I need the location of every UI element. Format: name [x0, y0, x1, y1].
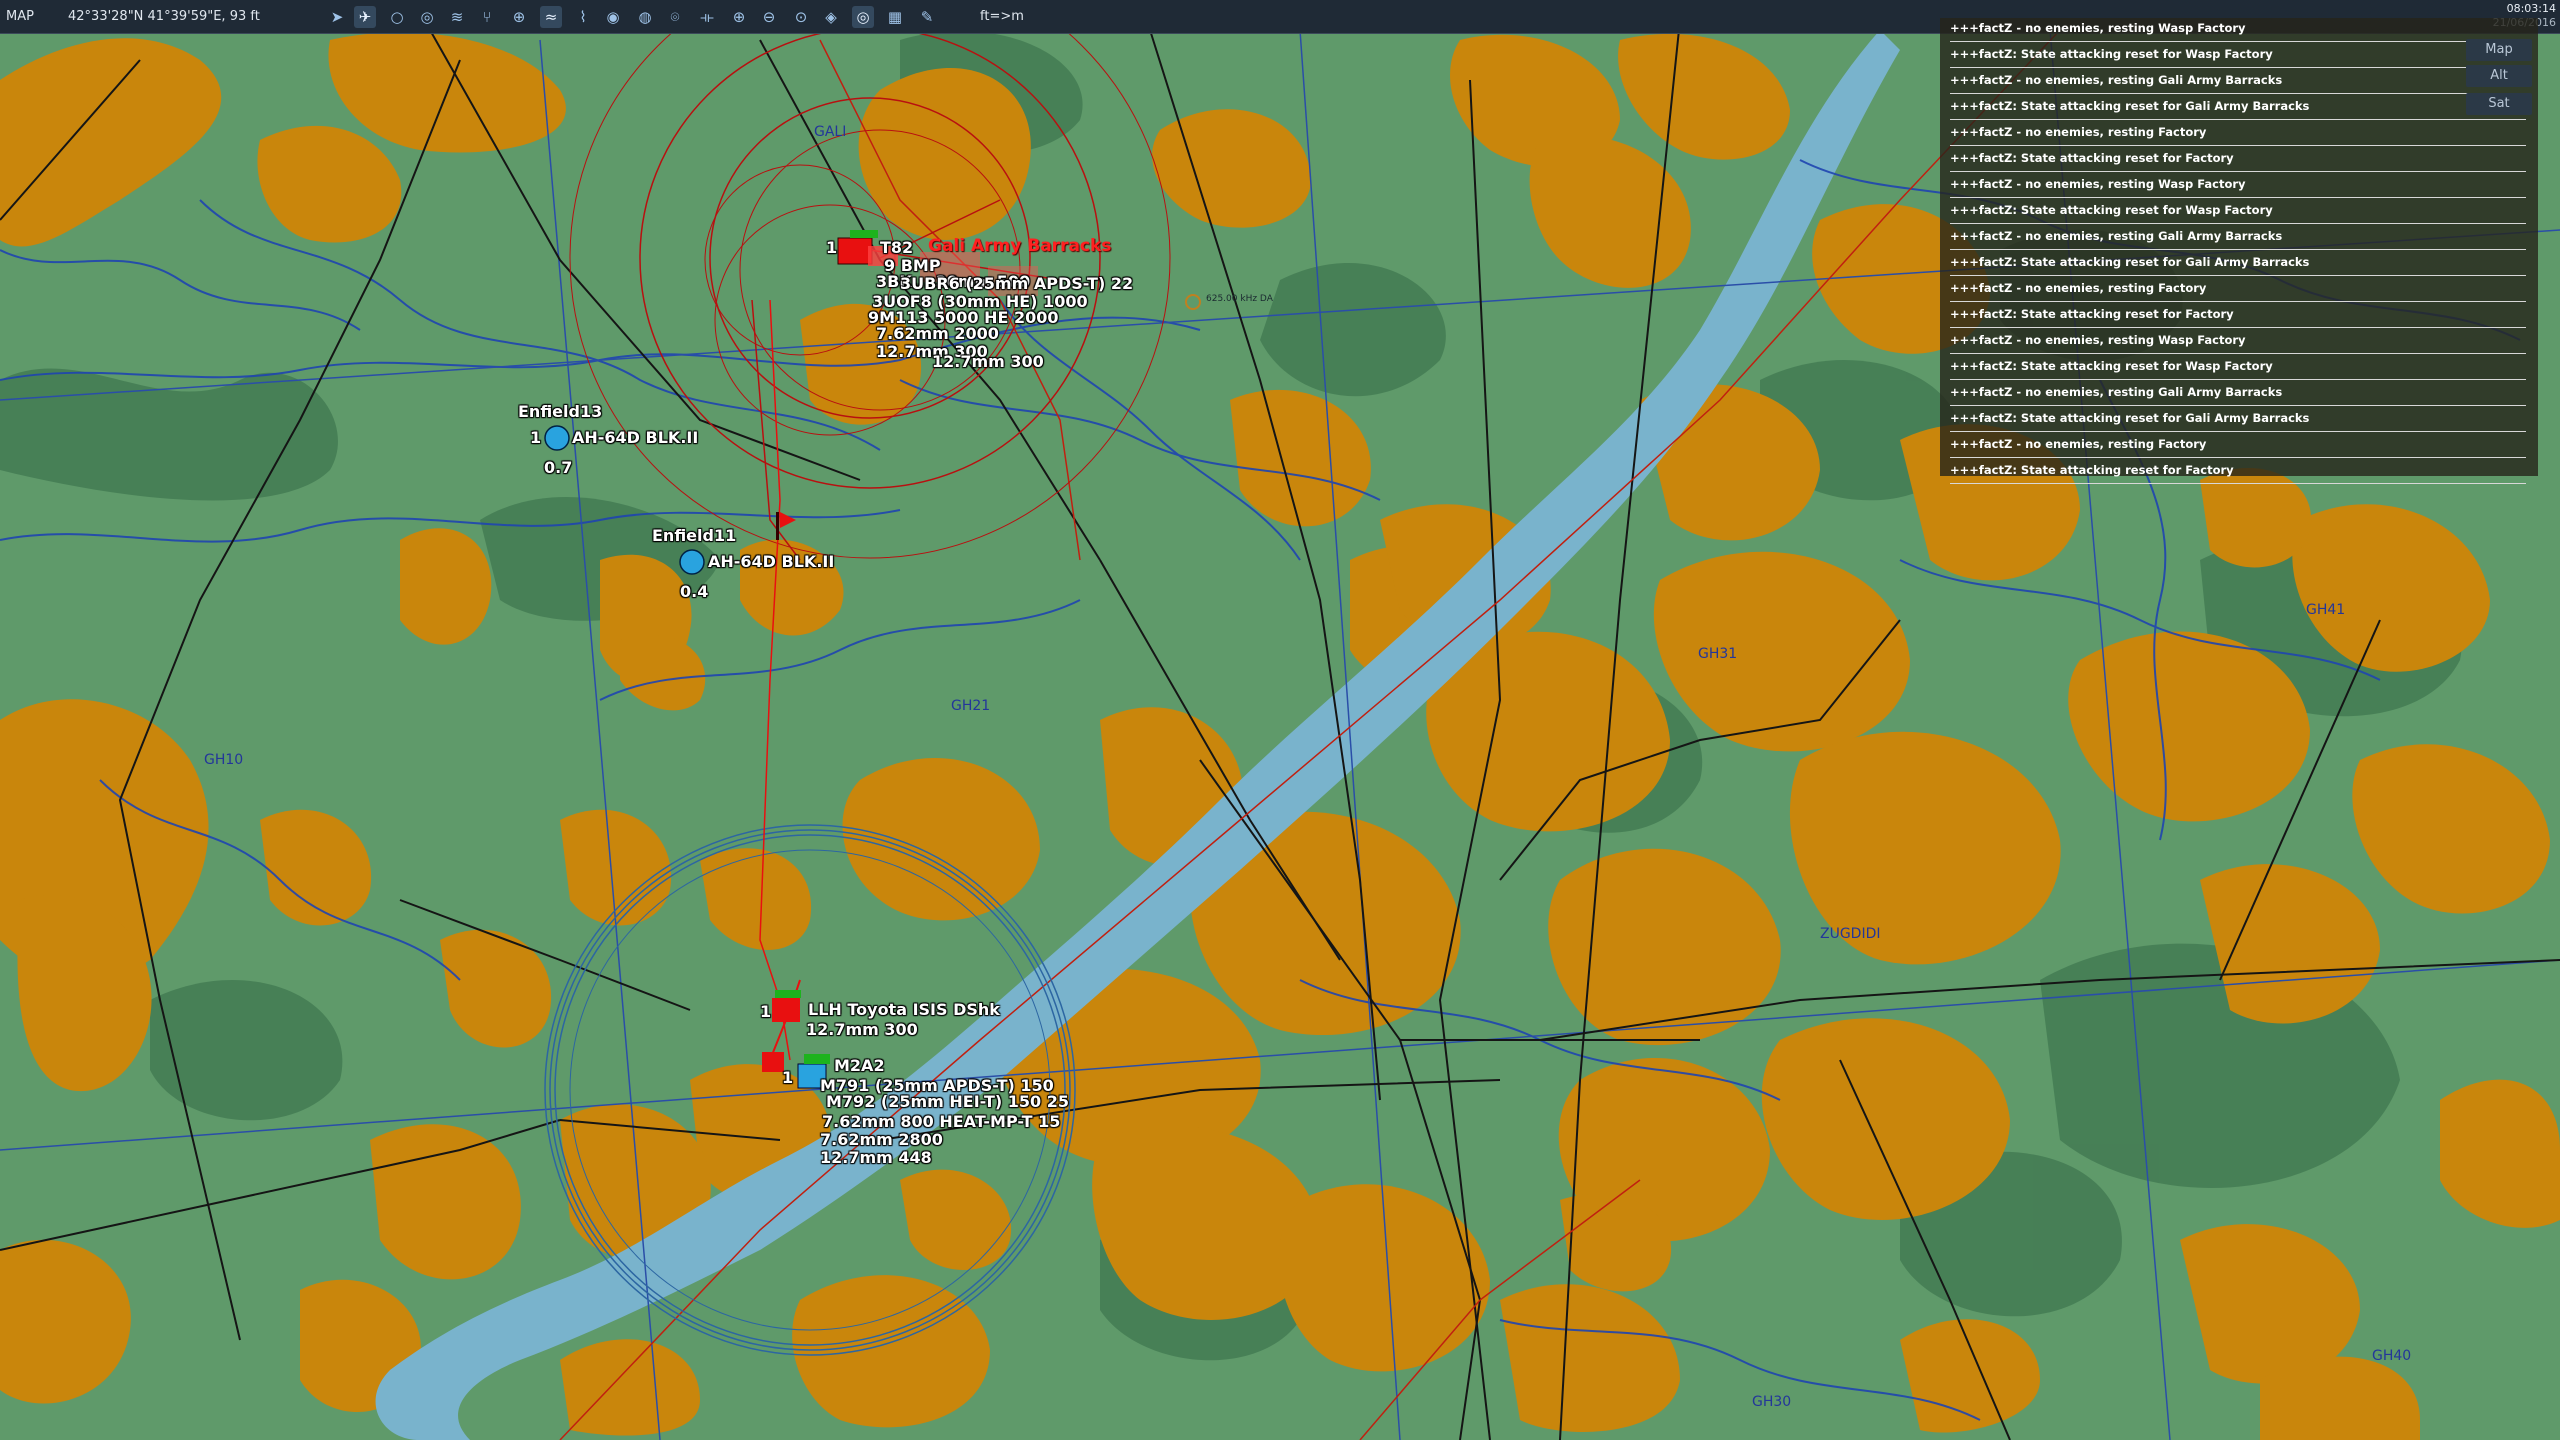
place-gh41: GH41 — [2306, 602, 2346, 618]
zoom-in-icon[interactable]: ⊕ — [728, 6, 750, 28]
log-line: +++factZ - no enemies, resting Wasp Fact… — [1950, 174, 2526, 198]
log-line: +++factZ: State attacking reset for Gali… — [1950, 96, 2526, 120]
unit-toggle[interactable]: ft=>m — [980, 9, 1024, 24]
unit-count: 1 — [782, 1068, 794, 1087]
log-line: +++factZ: State attacking reset for Fact… — [1950, 460, 2526, 484]
unit-ammo: 12.7mm 300 — [806, 1020, 918, 1039]
branch-icon[interactable]: ⑂ — [476, 6, 498, 28]
log-line: +++factZ - no enemies, resting Wasp Fact… — [1950, 18, 2526, 42]
unit-loadout-line: 3UBR6 (25mm APDS-T) 22 — [900, 274, 1134, 293]
radio-icon[interactable]: ≈ — [540, 6, 562, 28]
place-gh31: GH31 — [1698, 646, 1738, 662]
place-gh40: GH40 — [2372, 1348, 2412, 1364]
unit-loadout-line: 7.62mm 2000 — [876, 324, 999, 343]
unit-type[interactable]: M2A2 — [834, 1056, 885, 1075]
ship-icon[interactable]: ≋ — [446, 6, 468, 28]
log-line: +++factZ: State attacking reset for Gali… — [1950, 408, 2526, 432]
unit-type[interactable]: AH-64D BLK.II — [572, 428, 698, 447]
mode-label: MAP — [6, 9, 34, 24]
unit-count: 1 — [826, 238, 838, 257]
log-line: +++factZ - no enemies, resting Gali Army… — [1950, 70, 2526, 94]
log-line: +++factZ: State attacking reset for Fact… — [1950, 148, 2526, 172]
ndb-label: 625.00 kHz DA — [1206, 294, 1273, 304]
unit-loadout-line: M792 (25mm HEI-T) 150 25 — [826, 1092, 1069, 1111]
layers-icon[interactable]: ◈ — [820, 6, 842, 28]
circle-tool-icon[interactable]: ○ — [386, 6, 408, 28]
alt-view-button[interactable]: Alt — [2466, 65, 2532, 87]
log-line: +++factZ - no enemies, resting Gali Army… — [1950, 226, 2526, 250]
place-gh30: GH30 — [1752, 1394, 1792, 1410]
unit-loadout-line: 7.62mm 2800 — [820, 1130, 943, 1149]
unit-fuel: 0.7 — [544, 458, 573, 477]
place-zugdidi: ZUGDIDI — [1820, 926, 1881, 942]
unit-callsign[interactable]: Enfield11 — [652, 526, 736, 545]
log-line: +++factZ - no enemies, resting Wasp Fact… — [1950, 330, 2526, 354]
log-line: +++factZ: State attacking reset for Wasp… — [1950, 44, 2526, 68]
cursor-coordinates: 42°33'28"N 41°39'59"E, 93 ft — [68, 9, 260, 24]
clock-time: 08:03:14 — [2506, 2, 2556, 15]
unit-loadout-line: 12.7mm 448 — [820, 1148, 932, 1167]
place-gh21: GH21 — [951, 698, 991, 714]
pointer-icon[interactable]: ➤ — [326, 6, 348, 28]
unit-fuel: 0.4 — [680, 582, 709, 601]
target-icon[interactable]: ⊕ — [508, 6, 530, 28]
unit-loadout-line: 12.7mm 300 — [932, 352, 1044, 371]
unit-type[interactable]: LLH Toyota ISIS DShk — [808, 1000, 1000, 1019]
eye-icon[interactable]: ◉ — [602, 6, 624, 28]
zoom-out-icon[interactable]: ⊖ — [758, 6, 780, 28]
unit-loadout-line: 7.62mm 800 HEAT-MP-T 15 — [822, 1112, 1061, 1131]
unit-type[interactable]: AH-64D BLK.II — [708, 552, 834, 571]
unit-count: 1 — [760, 1002, 772, 1021]
log-line: +++factZ: State attacking reset for Wasp… — [1950, 200, 2526, 224]
sat-view-button[interactable]: Sat — [2466, 93, 2532, 115]
route-icon[interactable]: ◎ — [416, 6, 438, 28]
log-line: +++factZ - no enemies, resting Factory — [1950, 278, 2526, 302]
radar-icon[interactable]: ◍ — [634, 6, 656, 28]
log-line: +++factZ: State attacking reset for Gali… — [1950, 252, 2526, 276]
log-line: +++factZ - no enemies, resting Factory — [1950, 122, 2526, 146]
unit-callsign[interactable]: Enfield13 — [518, 402, 602, 421]
objective-label[interactable]: Gali Army Barracks — [928, 236, 1111, 256]
log-line: +++factZ - no enemies, resting Factory — [1950, 434, 2526, 458]
grid-icon[interactable]: ▦ — [884, 6, 906, 28]
pin-icon[interactable]: ⌇ — [572, 6, 594, 28]
place-gh10: GH10 — [204, 752, 244, 768]
log-line: +++factZ: State attacking reset for Wasp… — [1950, 356, 2526, 380]
map-view-button[interactable]: Map — [2466, 39, 2532, 61]
globe-icon[interactable]: ◎ — [852, 6, 874, 28]
log-line: +++factZ: State attacking reset for Fact… — [1950, 304, 2526, 328]
compass-icon[interactable]: ⌾ — [664, 6, 686, 28]
log-line: +++factZ - no enemies, resting Gali Army… — [1950, 382, 2526, 406]
unit-name[interactable]: T82 — [880, 238, 913, 257]
place-gali: GALI — [814, 124, 847, 140]
ruler-icon[interactable]: ⟛ — [696, 6, 718, 28]
zoom-fit-icon[interactable]: ⊙ — [790, 6, 812, 28]
aircraft-icon[interactable]: ✈ — [354, 6, 376, 28]
unit-count: 1 — [530, 428, 542, 447]
pencil-icon[interactable]: ✎ — [916, 6, 938, 28]
message-log: +++factZ - no enemies, resting Wasp Fact… — [1940, 18, 2538, 484]
